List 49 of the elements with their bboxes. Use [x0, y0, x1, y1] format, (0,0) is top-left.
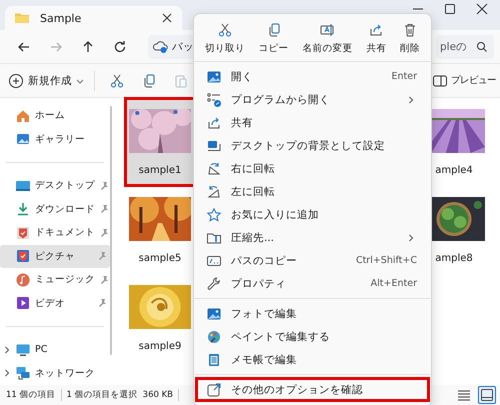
menu-item[interactable]: デスクトップの背景として設定: [196, 134, 429, 157]
shortcut-text: Enter: [392, 71, 417, 82]
sidebar-item[interactable]: ピクチャ: [0, 244, 110, 268]
sidebar-item[interactable]: PC: [0, 338, 110, 362]
sidebar-item[interactable]: ドキュメント: [0, 221, 110, 244]
sidebar-item[interactable]: ギャラリー: [0, 128, 110, 151]
sidebar-item[interactable]: ダウンロード: [0, 198, 110, 221]
menu-item[interactable]: その他のオプションを確認: [196, 378, 429, 401]
menu-item[interactable]: 左に回転: [196, 180, 429, 203]
address-text: バッ: [172, 40, 194, 54]
file-tile[interactable]: sample1: [125, 98, 195, 186]
menu-action-button[interactable]: コピー: [256, 20, 292, 57]
file-name: sample1: [138, 165, 182, 176]
new-button[interactable]: 新規作成: [8, 68, 86, 94]
selection-size: 360 KB: [142, 390, 173, 400]
window-title: Sample: [40, 12, 82, 24]
menu-item[interactable]: プロパティ Alt+Enter: [196, 272, 429, 295]
file-tile[interactable]: sample9: [125, 274, 195, 362]
shortcut-text: Alt+Enter: [370, 278, 417, 289]
file-name: ample4: [435, 165, 473, 176]
sidebar-item[interactable]: ビデオ: [0, 292, 110, 315]
sidebar-item[interactable]: ミュージック: [0, 268, 110, 292]
shortcut-text: Ctrl+Shift+C: [356, 255, 417, 266]
menu-item[interactable]: 右に回転: [196, 157, 429, 180]
file-name: sample9: [138, 341, 182, 352]
menu-item[interactable]: ペイントで編集する: [196, 325, 429, 348]
menu-action-button[interactable]: 切り取り: [202, 20, 248, 57]
menu-action-button[interactable]: 共有: [363, 20, 390, 57]
file-name: ample8: [435, 253, 473, 264]
menu-item[interactable]: 開く Enter: [196, 65, 429, 88]
menu-item[interactable]: フォトで編集: [196, 302, 429, 325]
preview-button[interactable]: プレビュー: [432, 68, 496, 94]
sidebar-item[interactable]: ホーム: [0, 104, 110, 128]
file-name: sample5: [138, 253, 182, 264]
menu-item[interactable]: 圧縮先...: [196, 226, 429, 249]
menu-item[interactable]: お気に入りに追加: [196, 203, 429, 226]
menu-item[interactable]: パスのコピー Ctrl+Shift+C: [196, 249, 429, 272]
window-tab[interactable]: Sample: [5, 6, 182, 30]
item-count: 11 個の項目: [6, 389, 56, 401]
search-field[interactable]: pleの: [436, 34, 494, 58]
menu-item[interactable]: 共有: [196, 111, 429, 134]
menu-item[interactable]: メモ帳で編集: [196, 348, 429, 371]
sidebar-item[interactable]: ネットワーク: [0, 362, 110, 385]
menu-action-button[interactable]: 名前の変更: [299, 20, 356, 57]
menu-item[interactable]: プログラムから開く: [196, 88, 429, 111]
menu-action-button[interactable]: 削除: [397, 20, 424, 57]
sidebar-item[interactable]: デスクトップ: [0, 174, 110, 198]
selection-info: 1 個の項目を選択: [66, 389, 138, 401]
file-tile[interactable]: sample5: [125, 186, 195, 274]
